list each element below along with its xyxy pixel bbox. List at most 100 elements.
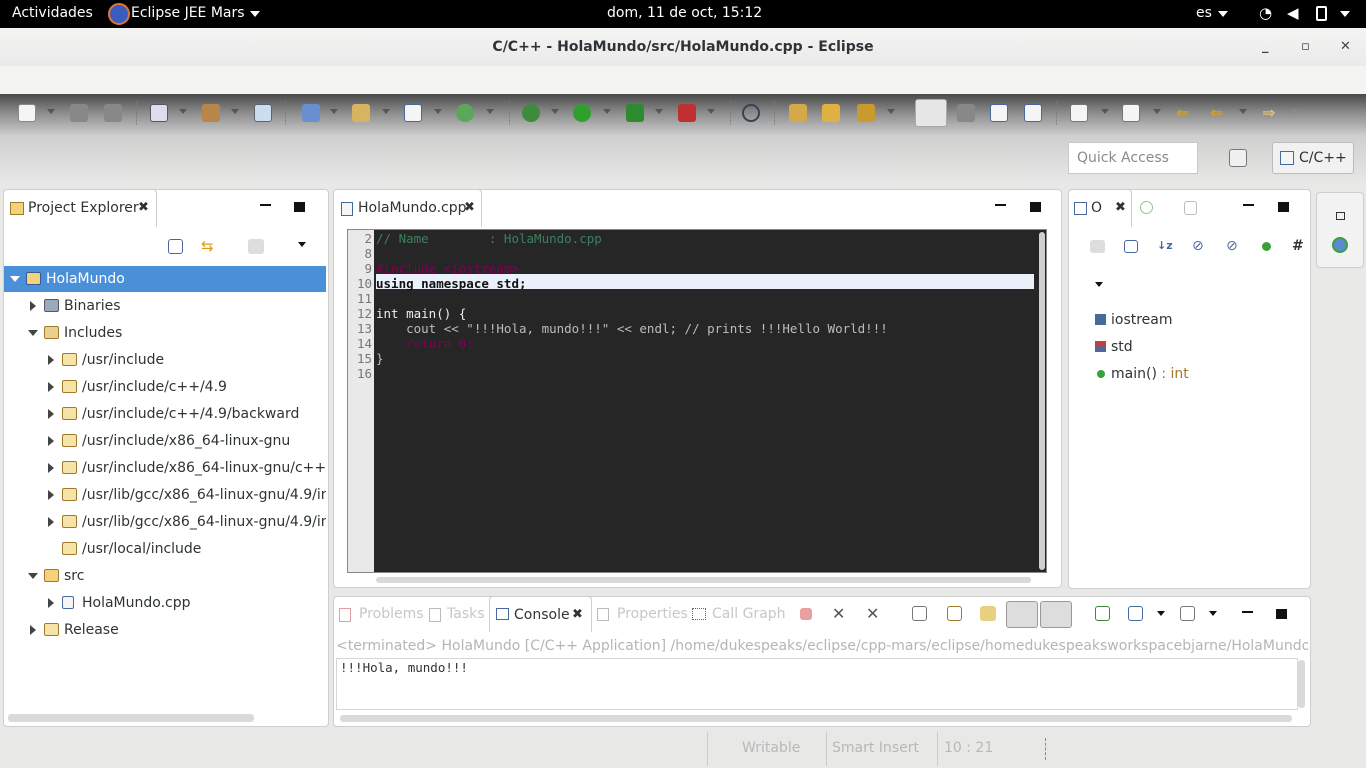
console-vscrollbar[interactable] [1298,660,1305,708]
remove-all-terminated-icon[interactable]: ✕ [866,605,884,623]
collapse-arrow-icon[interactable] [10,276,20,282]
maximize-window-button[interactable]: ▫ [1301,28,1310,66]
view-menu-icon[interactable] [298,242,306,247]
binary-icon[interactable] [254,104,272,122]
search-icon[interactable] [857,104,875,122]
open-perspective-icon[interactable] [1229,149,1247,167]
minimize-view-icon[interactable] [260,204,271,206]
run-icon[interactable] [573,104,591,122]
editor-hscrollbar[interactable] [376,577,1031,583]
new-class-icon[interactable] [404,104,422,122]
maximize-outline-icon[interactable] [1278,202,1289,212]
hide-fields-icon[interactable]: ⊘ [1192,238,1208,254]
maximize-editor-icon[interactable] [1030,202,1041,212]
minimize-outline-icon[interactable] [1243,204,1254,206]
back-icon[interactable]: ⇐ [1210,104,1228,122]
show-whitespace-icon[interactable] [1024,104,1042,122]
skip-breakpoints-icon[interactable] [742,104,760,122]
toggle-mark-occurrences-icon[interactable] [915,99,947,127]
expand-arrow-icon[interactable] [30,625,36,635]
close-tab-icon[interactable]: ✖ [138,190,149,226]
tree-item[interactable]: /usr/local/include [4,536,326,562]
tree-item[interactable]: Includes [4,320,326,346]
tree-item[interactable]: /usr/lib/gcc/x86_64-linux-gnu/4.9/inc [4,482,326,508]
profile-icon[interactable] [626,104,644,122]
expand-arrow-icon[interactable] [48,598,54,608]
refresh-icon[interactable] [456,104,474,122]
last-edit-location-icon[interactable]: ⇐ [1176,104,1194,122]
restore-icon[interactable] [1336,212,1345,220]
external-tools-icon[interactable] [678,104,696,122]
collapse-arrow-icon[interactable] [28,330,38,336]
volume-icon[interactable]: ◀ [1287,4,1299,22]
next-annotation-icon[interactable] [1070,104,1088,122]
tree-item[interactable]: /usr/include/x86_64-linux-gnu [4,428,326,454]
make-target-icon[interactable] [1140,201,1153,214]
hide-macros-icon[interactable]: # [1292,238,1308,254]
next-annotation-dropdown-icon[interactable] [1101,109,1109,114]
maximize-console-icon[interactable] [1276,609,1287,619]
new-dropdown-icon[interactable] [47,109,55,114]
tab-project-explorer[interactable]: Project Explorer ✖ [3,189,157,227]
minimize-editor-icon[interactable] [995,204,1006,206]
perspective-cpp-button[interactable]: C/C++ [1272,142,1354,174]
close-tab-icon[interactable]: ✖ [464,190,475,226]
clear-console-icon[interactable] [912,606,927,621]
new-folder-dropdown-icon[interactable] [382,109,390,114]
tab-console[interactable]: Console ✖ [489,596,592,632]
expand-arrow-icon[interactable] [48,436,54,446]
previous-annotation-dropdown-icon[interactable] [1153,109,1161,114]
save-icon[interactable] [70,104,88,122]
block-selection-icon[interactable] [990,104,1008,122]
build-config-dropdown-icon[interactable] [179,109,187,114]
console-output[interactable]: !!!Hola, mundo!!! [336,658,1298,710]
search-dropdown-icon[interactable] [887,109,895,114]
forward-dropdown-icon[interactable] [1291,109,1299,114]
outline-view-menu-icon[interactable] [1095,282,1103,287]
expand-arrow-icon[interactable] [48,517,54,527]
sort-icon[interactable]: ↓z [1157,238,1173,254]
new-cpp-project-icon[interactable] [302,104,320,122]
filter-icon[interactable] [248,239,264,254]
hide-static-icon[interactable]: ⊘ [1226,238,1242,254]
editor-vscrollbar[interactable] [1039,232,1045,570]
collapse-arrow-icon[interactable] [28,573,38,579]
tab-outline[interactable]: O ✖ [1068,189,1132,227]
tree-item[interactable]: src [4,563,326,589]
tree-item[interactable]: Binaries [4,293,326,319]
previous-annotation-icon[interactable] [1122,104,1140,122]
minimized-views-icon[interactable] [1332,237,1348,253]
forward-icon[interactable]: ⇒ [1262,104,1280,122]
activities-button[interactable]: Actividades [12,5,93,21]
profile-dropdown-icon[interactable] [655,109,663,114]
save-all-icon[interactable] [104,104,122,122]
terminate-icon[interactable] [800,608,812,620]
keyboard-language[interactable]: es [1196,5,1212,21]
maximize-view-icon[interactable] [294,202,305,212]
tree-item[interactable]: HolaMundo.cpp [4,590,326,616]
manage-build-configurations-icon[interactable] [150,104,168,122]
display-console-dropdown-icon[interactable] [1157,611,1165,616]
run-dropdown-icon[interactable] [603,109,611,114]
display-selected-console-icon[interactable] [1128,606,1143,621]
remove-launch-icon[interactable]: ✕ [832,605,850,623]
code-editor[interactable]: 2 // Name : HolaMundo.cpp 8 9 #include <iost… [347,229,1047,573]
new-icon[interactable] [18,104,36,122]
open-console-icon[interactable] [1180,606,1195,621]
minimize-console-icon[interactable] [1242,611,1253,613]
external-tools-dropdown-icon[interactable] [707,109,715,114]
expand-arrow-icon[interactable] [48,382,54,392]
open-element-icon[interactable] [822,104,840,122]
show-console-on-stdout-icon[interactable] [1006,601,1038,628]
link-with-editor-icon[interactable] [1090,240,1105,253]
tree-item[interactable]: /usr/include/x86_64-linux-gnu/c++/4 [4,455,326,481]
expand-arrow-icon[interactable] [48,355,54,365]
wifi-icon[interactable]: ◔ [1259,4,1272,22]
expand-arrow-icon[interactable] [48,463,54,473]
hide-non-public-icon[interactable] [1262,242,1271,251]
build-dropdown-icon[interactable] [231,109,239,114]
open-type-icon[interactable] [789,104,807,122]
close-tab-icon[interactable]: ✖ [1115,190,1126,226]
debug-dropdown-icon[interactable] [551,109,559,114]
expand-arrow-icon[interactable] [48,409,54,419]
